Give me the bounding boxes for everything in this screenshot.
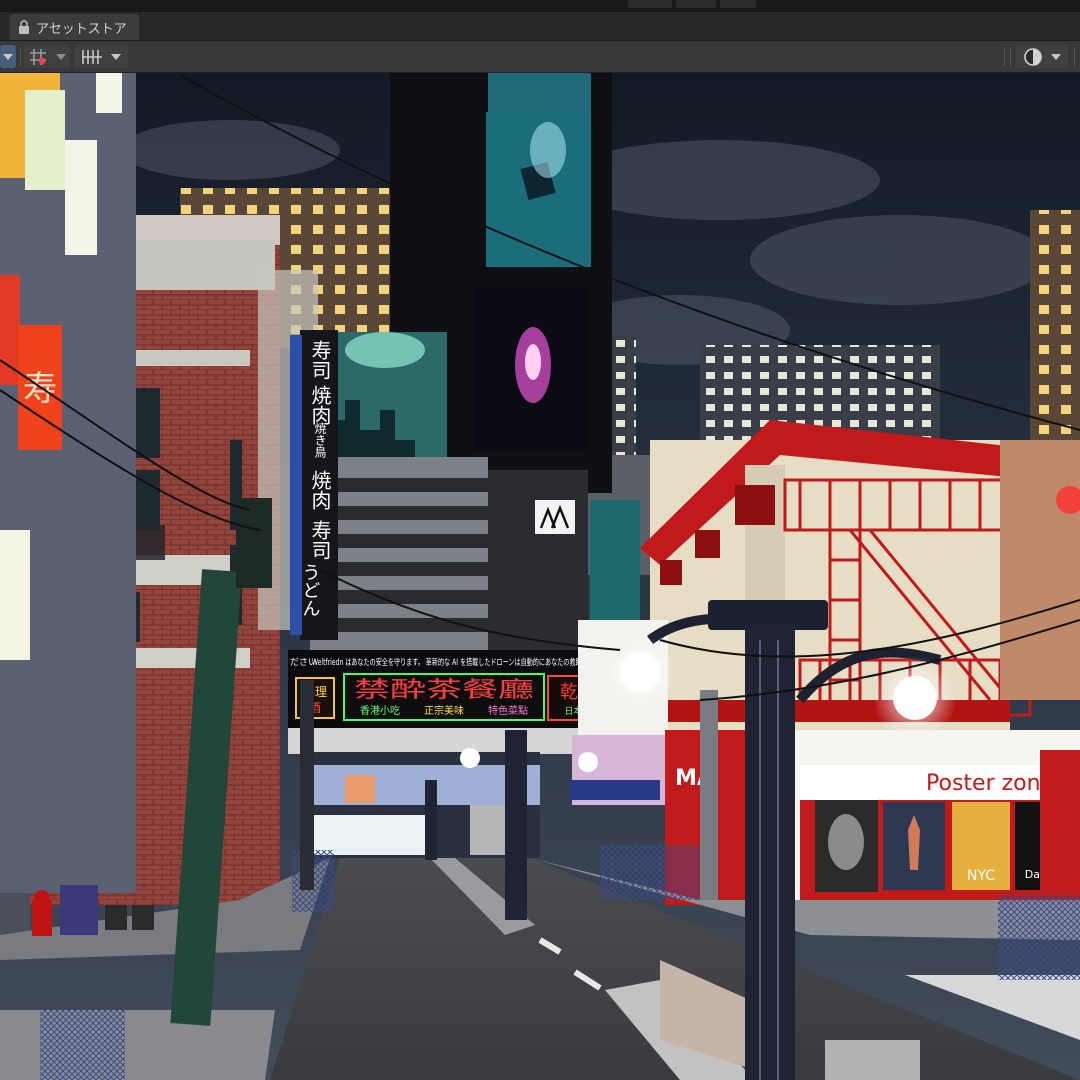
logo-icon [535, 500, 575, 534]
chevron-down-icon [56, 53, 66, 60]
grid-visibility-button[interactable] [74, 45, 128, 68]
neon-sub-text: 正宗美味 [424, 704, 464, 717]
red-sign-left [0, 275, 20, 385]
tab-label: アセットストア [36, 21, 127, 37]
neon-sub-text: 香港小吃 [360, 704, 400, 717]
distant-building-tower [608, 335, 636, 465]
vertical-sign-text: 焼肉 [308, 385, 332, 425]
trash-bin [60, 885, 98, 935]
tab-strip: アセットストア [0, 12, 1080, 41]
grid-visibility-icon [82, 49, 102, 64]
vertical-sign-text: 寿司 [308, 340, 332, 380]
grid-snap-button[interactable] [24, 45, 70, 68]
scene-viewport[interactable]: 寿 寿司 焼肉 焼き鳥 焼肉 寿司 うどん ださい Weltfriedn はあな… [0, 73, 1080, 1080]
neon-main-text: 禁酔茶餐廳 [354, 678, 534, 703]
scene-toolbar [0, 41, 1080, 73]
lock-icon [19, 20, 29, 34]
chevron-down-icon [3, 53, 13, 60]
editor-top-bar [0, 0, 1080, 12]
railing [600, 845, 710, 900]
poster-zone-sign: Poster zone [926, 771, 1054, 796]
grid-snap-icon [30, 48, 46, 65]
dark-building-block [488, 470, 588, 655]
chevron-down-icon [1051, 53, 1061, 60]
poster-caption: NYC [967, 868, 995, 884]
billboard-top [488, 73, 591, 118]
toolbar-divider [20, 47, 21, 66]
gizmos-render-icon [1024, 47, 1042, 66]
ticker-text: Weltfriedn はあなたの安全を守ります。 革新的な AI を搭載したドロ… [312, 657, 612, 668]
shading-mode-button[interactable] [0, 45, 16, 68]
toolbar-divider [1074, 47, 1075, 66]
toolbar-divider [1010, 47, 1011, 66]
tab-asset-store[interactable]: アセットストア [10, 14, 139, 40]
chevron-down-icon [111, 53, 121, 60]
top-bar-button[interactable] [676, 0, 716, 8]
railing [998, 895, 1080, 980]
red-sign-text: 寿 [23, 369, 57, 409]
neon-sub-text: 特色菜點 [488, 704, 528, 717]
vertical-sign-text: 焼肉 [308, 470, 332, 510]
top-bar-button[interactable] [720, 0, 756, 8]
toolbar-divider [1004, 47, 1005, 66]
fire-hydrant [32, 890, 52, 936]
vertical-sign-text: 焼き鳥 [313, 422, 327, 459]
vertical-sign-text: うどん [300, 563, 321, 617]
gizmos-render-button[interactable] [1016, 45, 1068, 68]
distant-building-farright [1030, 210, 1080, 450]
vertical-sign-text: 寿司 [308, 520, 332, 560]
top-bar-button[interactable] [628, 0, 672, 8]
